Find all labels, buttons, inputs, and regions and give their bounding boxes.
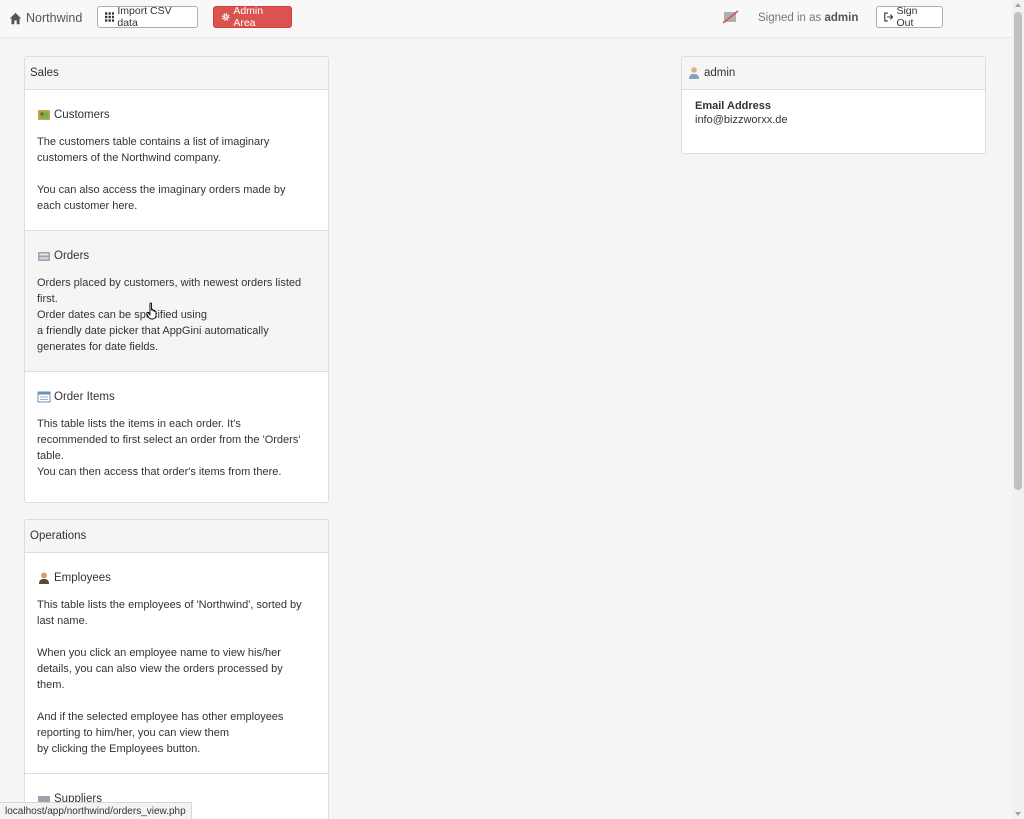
- link-status-bar: localhost/app/northwind/orders_view.php: [0, 802, 192, 819]
- admin-area-label: Admin Area: [233, 5, 264, 29]
- order-items-title: Order Items: [54, 391, 115, 403]
- customers-title: Customers: [54, 109, 110, 121]
- scroll-up-arrow-icon[interactable]: [1015, 3, 1021, 7]
- home-icon: [9, 12, 22, 24]
- table-link-order-items[interactable]: Order Items This table lists the items i…: [25, 372, 328, 496]
- employees-description: This table lists the employees of 'North…: [37, 599, 302, 755]
- email-label: Email Address: [695, 100, 772, 112]
- table-link-customers[interactable]: Customers The customers table contains a…: [25, 90, 328, 231]
- gear-icon: [221, 13, 230, 21]
- employees-title: Employees: [54, 572, 111, 584]
- customers-description: The customers table contains a list of i…: [37, 136, 286, 212]
- user-icon: [689, 67, 699, 79]
- scroll-down-arrow-icon[interactable]: [1015, 812, 1021, 816]
- operations-panel-heading: Operations: [25, 520, 328, 553]
- employee-icon: [39, 572, 49, 584]
- brand-link[interactable]: Northwind: [9, 9, 82, 27]
- table-link-employees[interactable]: Employees This table lists the employees…: [25, 553, 328, 774]
- sales-panel: Sales Customers The customers table cont…: [24, 56, 329, 503]
- sales-panel-heading: Sales: [25, 57, 328, 90]
- customers-icon: [38, 110, 50, 120]
- import-csv-label: Import CSV data: [117, 5, 172, 29]
- order-items-description: This table lists the items in each order…: [37, 418, 301, 478]
- brand-label: Northwind: [26, 11, 83, 25]
- sign-out-icon: [884, 12, 894, 22]
- operations-panel: Operations Employees This table lists th…: [24, 519, 329, 819]
- sign-out-label: Sign Out: [896, 5, 918, 29]
- user-panel-heading: admin: [682, 57, 985, 90]
- table-link-orders[interactable]: Orders Orders placed by customers, with …: [25, 231, 328, 372]
- no-notifications-icon: [722, 10, 739, 24]
- grid-icon: [105, 12, 115, 22]
- user-panel-name: admin: [704, 67, 736, 79]
- orders-icon: [38, 252, 50, 261]
- orders-title: Orders: [54, 250, 90, 262]
- scroll-thumb[interactable]: [1014, 12, 1022, 490]
- signed-in-username: admin: [824, 12, 859, 24]
- admin-area-button[interactable]: Admin Area: [213, 5, 292, 29]
- import-csv-button[interactable]: Import CSV data: [97, 5, 198, 29]
- orders-description: Orders placed by customers, with newest …: [37, 277, 302, 353]
- email-value: info@bizzworxx.de: [695, 114, 788, 126]
- hand-cursor-icon: [146, 302, 157, 320]
- page-scrollbar[interactable]: [1012, 0, 1024, 819]
- navbar: Northwind Import CSV data Admin Area Sig…: [0, 0, 1012, 38]
- signed-in-text: Signed in as admin: [758, 12, 859, 24]
- order-items-icon: [37, 391, 51, 403]
- sign-out-button[interactable]: Sign Out: [876, 5, 943, 29]
- user-panel: admin Email Address info@bizzworxx.de: [681, 56, 986, 154]
